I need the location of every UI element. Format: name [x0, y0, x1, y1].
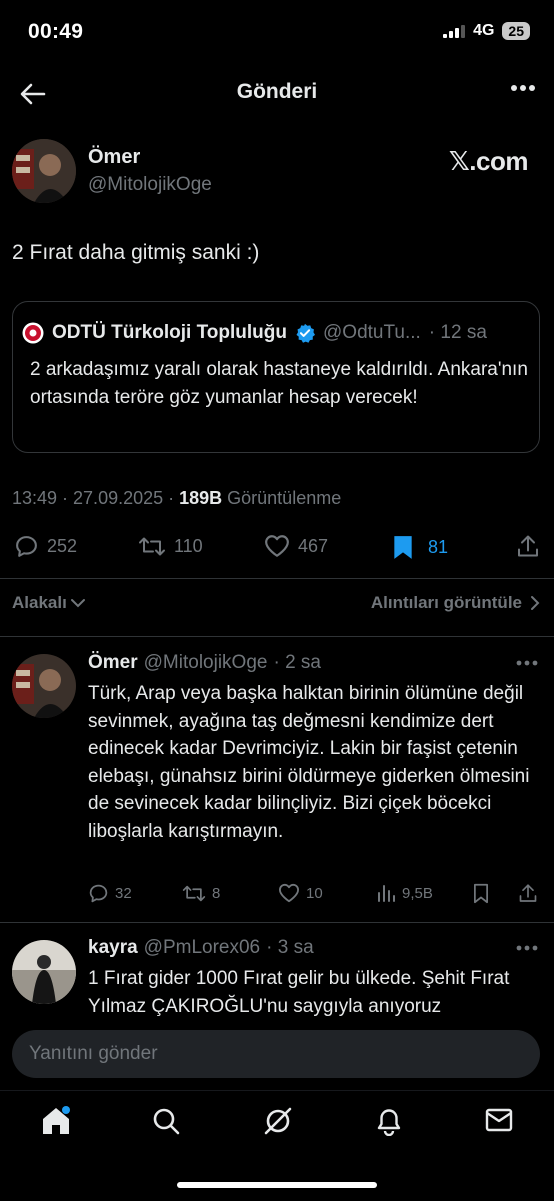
- reply-text: 1 Fırat gider 1000 Fırat gelir bu ülkede…: [88, 968, 510, 1017]
- nav-notifications[interactable]: [375, 1106, 403, 1136]
- divider: [0, 636, 554, 637]
- nav-grok[interactable]: [263, 1106, 293, 1136]
- avatar[interactable]: [12, 139, 76, 203]
- reply-more-button[interactable]: [516, 660, 538, 666]
- reply-item[interactable]: kayra @PmLorex06 · 3 sa 1 Fırat gider 10…: [0, 923, 554, 1019]
- reply-header: kayra @PmLorex06 · 3 sa: [88, 937, 314, 959]
- views-icon: [378, 885, 395, 902]
- reply-input[interactable]: Yanıtını gönder: [12, 1030, 540, 1078]
- x-logo: 𝕏.com: [448, 146, 529, 176]
- sort-dropdown[interactable]: Alakalı: [12, 593, 86, 613]
- more-options-button[interactable]: [510, 84, 536, 92]
- verified-icon: [296, 323, 315, 343]
- repost-action[interactable]: 8: [182, 883, 220, 904]
- author-name[interactable]: Ömer: [88, 146, 140, 169]
- messages-icon: [485, 1108, 513, 1132]
- reply-icon: [16, 536, 37, 557]
- repost-count: 8: [212, 885, 221, 902]
- repost-icon: [182, 885, 206, 902]
- reply-more-button[interactable]: [516, 945, 538, 951]
- reply-count: 252: [47, 536, 78, 556]
- views-action[interactable]: 9,5B: [376, 883, 433, 903]
- reply-action[interactable]: 32: [88, 883, 132, 904]
- grok-icon: [264, 1107, 292, 1135]
- reply-time: · 2 sa: [273, 652, 321, 673]
- avatar[interactable]: [12, 940, 76, 1004]
- divider: [0, 578, 554, 579]
- bookmark-icon: [394, 536, 412, 559]
- page-title: Gönderi: [236, 80, 318, 103]
- status-time: 00:49: [28, 20, 84, 43]
- like-count: 10: [306, 884, 323, 902]
- like-action[interactable]: 467: [264, 534, 328, 558]
- chevron-down-icon: [70, 599, 85, 608]
- network-label: 4G: [473, 22, 495, 39]
- quote-header: ODTÜ Türkoloji Topluluğu @OdtuTu... · 12…: [22, 322, 487, 344]
- like-icon: [278, 883, 299, 903]
- reply-icon: [89, 884, 108, 903]
- status-indicators: 4G 25: [443, 22, 530, 40]
- views-count: 189B: [179, 488, 223, 508]
- nav-home[interactable]: [41, 1106, 73, 1136]
- reply-text: Türk, Arap veya başka halktan birinin öl…: [88, 683, 530, 842]
- notifications-icon: [377, 1109, 401, 1136]
- reply-author-handle[interactable]: @PmLorex06: [144, 937, 260, 959]
- view-quotes-label: Alıntıları görüntüle: [370, 593, 522, 612]
- reply-action[interactable]: 252: [14, 534, 77, 559]
- sort-label: Alakalı: [12, 593, 67, 612]
- share-icon: [518, 535, 538, 557]
- share-icon: [519, 884, 537, 902]
- bookmark-icon: [474, 883, 488, 904]
- post-timestamp: 13:49 · 27.09.2025 ·: [12, 488, 180, 508]
- like-icon: [265, 535, 289, 557]
- quote-time: · 12 sa: [428, 322, 487, 343]
- bookmark-button[interactable]: [472, 883, 490, 904]
- chevron-right-icon: [531, 596, 540, 610]
- bookmark-action[interactable]: 81: [392, 534, 448, 560]
- like-action[interactable]: 10: [278, 883, 323, 903]
- reply-count: 32: [115, 885, 132, 902]
- home-icon: [43, 1106, 70, 1134]
- nav-messages[interactable]: [485, 1108, 513, 1132]
- reply-author-handle[interactable]: @MitolojikOge: [144, 652, 268, 674]
- like-count: 467: [298, 535, 329, 556]
- repost-action[interactable]: 110: [138, 534, 203, 559]
- quote-author-handle: @OdtuTu...: [323, 322, 421, 343]
- share-button[interactable]: [516, 534, 540, 559]
- battery-level: 25: [502, 22, 530, 40]
- quote-author-name: ODTÜ Türkoloji Topluluğu: [52, 322, 287, 343]
- reply-author-name[interactable]: Ömer: [88, 652, 138, 674]
- post-text: 2 Fırat daha gitmiş sanki :): [12, 241, 260, 264]
- quote-text: 2 arkadaşımız yaralı olarak hastaneye ka…: [30, 359, 528, 408]
- more-icon: [511, 85, 535, 91]
- home-indicator: [177, 1182, 377, 1188]
- reply-time: · 3 sa: [266, 937, 314, 958]
- share-button[interactable]: [518, 883, 538, 904]
- more-icon: [516, 945, 538, 951]
- community-avatar-icon: [22, 322, 44, 344]
- avatar[interactable]: [12, 654, 76, 718]
- repost-count: 110: [174, 536, 203, 556]
- views-count: 9,5B: [402, 884, 433, 902]
- signal-icon: [443, 25, 466, 38]
- post-meta: 13:49 · 27.09.2025 · 189B Görüntülenme: [12, 488, 341, 509]
- repost-icon: [139, 537, 165, 556]
- more-icon: [516, 660, 538, 666]
- view-quotes-link[interactable]: Alıntıları görüntüle: [371, 593, 540, 613]
- nav-search[interactable]: [152, 1107, 180, 1135]
- reply-author-name[interactable]: kayra: [88, 937, 138, 959]
- author-handle[interactable]: @MitolojikOge: [88, 174, 212, 196]
- bookmark-count: 81: [428, 536, 449, 557]
- views-label: Görüntülenme: [222, 488, 342, 508]
- reply-header: Ömer @MitolojikOge · 2 sa: [88, 652, 321, 674]
- search-icon: [153, 1108, 180, 1135]
